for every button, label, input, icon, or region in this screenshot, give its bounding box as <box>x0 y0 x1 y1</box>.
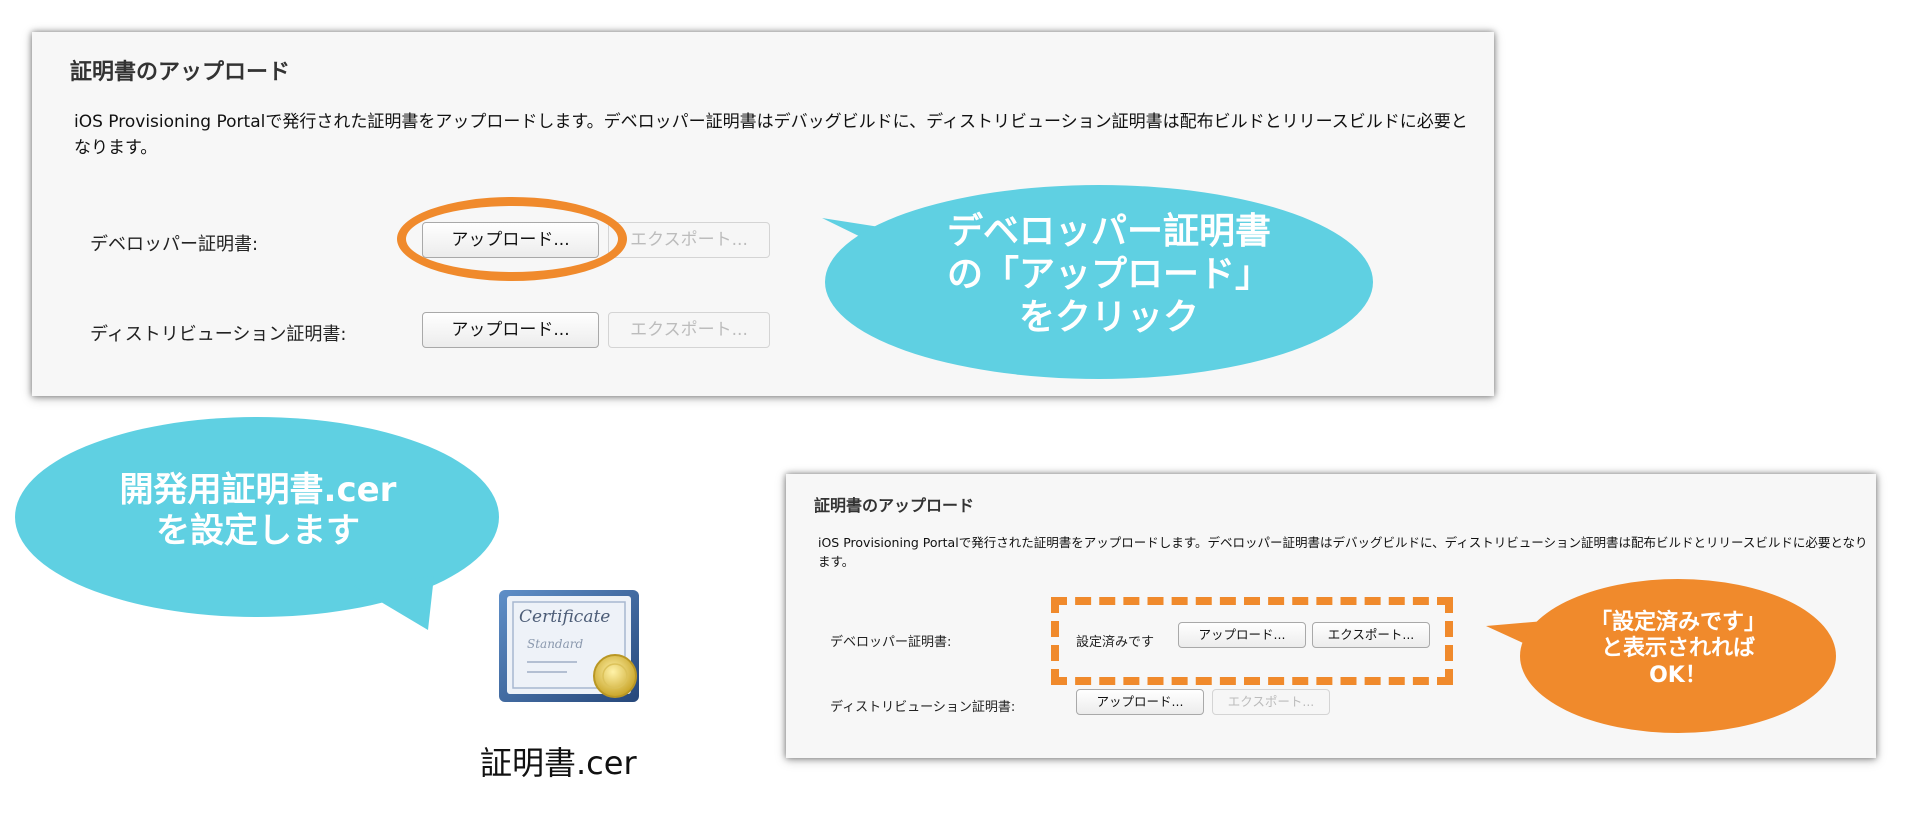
distribution-upload-button[interactable]: アップロード... <box>1076 689 1204 715</box>
distribution-cert-label: ディストリビューション証明書: <box>830 700 1016 715</box>
panel-description: iOS Provisioning Portalで発行された証明書をアップロードし… <box>74 112 1468 158</box>
certificate-icon-text: Standard <box>527 637 583 651</box>
callout-text: デベロッパー証明書 の「アップロード」 をクリック <box>946 211 1271 339</box>
callout-ok: 「設定済みです」 と表示されれば OK！ <box>1486 578 1838 736</box>
distribution-cert-label: ディストリビューション証明書: <box>90 324 347 345</box>
callout-text: 「設定済みです」 と表示されれば OK！ <box>1589 610 1766 688</box>
distribution-export-button[interactable]: エクスポート... <box>1212 689 1330 715</box>
callout-upload-click: デベロッパー証明書 の「アップロード」 をクリック <box>822 182 1376 382</box>
certificate-icon-text: Certificate <box>519 607 610 627</box>
distribution-export-button[interactable]: エクスポート... <box>608 312 770 348</box>
certificate-icon: Certificate Standard <box>497 584 649 708</box>
distribution-upload-button[interactable]: アップロード... <box>422 312 599 348</box>
highlight-dashed-box <box>1051 597 1453 685</box>
panel-title: 証明書のアップロード <box>70 60 291 85</box>
developer-cert-label: デベロッパー証明書: <box>830 635 952 650</box>
developer-export-button[interactable]: エクスポート... <box>608 222 770 258</box>
callout-text: 開発用証明書.cer を設定します <box>119 470 397 551</box>
panel-description: iOS Provisioning Portalで発行された証明書をアップロードし… <box>818 535 1868 569</box>
callout-set-cert: 開発用証明書.cer を設定します <box>14 416 502 630</box>
certificate-file-name: 証明書.cer <box>480 744 637 782</box>
highlight-ring <box>397 197 627 281</box>
developer-cert-label: デベロッパー証明書: <box>90 234 259 255</box>
panel-title: 証明書のアップロード <box>814 496 975 515</box>
